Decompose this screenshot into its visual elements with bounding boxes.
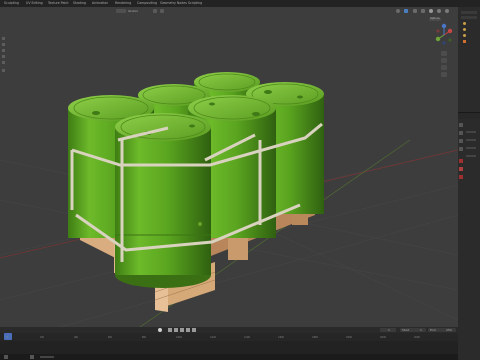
right-side-panels xyxy=(458,7,480,360)
prev-keyframe-icon[interactable] xyxy=(174,328,178,332)
frame-ruler[interactable]: 0 20 40 60 80 100 120 140 160 180 200 22… xyxy=(0,333,458,341)
light-icon xyxy=(463,40,466,43)
frame-tick: 20 xyxy=(40,335,44,339)
frame-tick: 200 xyxy=(346,335,352,339)
frame-tick: 220 xyxy=(380,335,386,339)
tab-scripting[interactable]: Scripting xyxy=(188,1,202,6)
play-icon[interactable] xyxy=(186,328,190,332)
tab-animation[interactable]: Animation xyxy=(92,1,108,6)
status-hint xyxy=(40,356,54,358)
current-frame-value: 1 xyxy=(388,328,390,332)
tab-rendering[interactable]: Rendering xyxy=(115,1,131,6)
barrel-front xyxy=(115,113,211,288)
record-icon[interactable] xyxy=(158,328,162,332)
start-frame-label: Start xyxy=(402,328,410,332)
property-row[interactable] xyxy=(466,131,476,133)
output-properties-icon[interactable] xyxy=(459,131,463,135)
frame-tick: 180 xyxy=(312,335,318,339)
frame-tick: 120 xyxy=(210,335,216,339)
jump-start-icon[interactable] xyxy=(168,328,172,332)
scene-properties-icon[interactable] xyxy=(459,139,463,143)
tab-compositing[interactable]: Compositing xyxy=(137,1,157,6)
next-keyframe-icon[interactable] xyxy=(192,328,196,332)
tab-uv-editing[interactable]: UV Editing xyxy=(26,1,43,6)
3d-viewport[interactable]: Global Options xyxy=(0,7,458,327)
frame-tick: 40 xyxy=(74,335,78,339)
end-frame-label: End xyxy=(430,328,436,332)
property-row[interactable] xyxy=(466,147,476,149)
frame-tick: 240 xyxy=(414,335,420,339)
properties-editor[interactable] xyxy=(458,119,480,360)
object-properties-icon[interactable] xyxy=(459,159,463,163)
render-properties-icon[interactable] xyxy=(459,123,463,127)
start-frame-value: 1 xyxy=(420,328,422,332)
collection-icon xyxy=(463,22,466,25)
world-properties-icon[interactable] xyxy=(459,147,463,151)
modifier-properties-icon[interactable] xyxy=(459,167,463,171)
mouse-icon xyxy=(4,355,8,359)
object-icon xyxy=(463,28,466,31)
frame-tick: 140 xyxy=(244,335,250,339)
workspace-tab-bar: Sculpting UV Editing Texture Paint Shadi… xyxy=(0,0,480,7)
status-bar xyxy=(0,354,458,360)
frame-tick: 160 xyxy=(278,335,284,339)
tab-sculpting[interactable]: Sculpting xyxy=(4,1,19,6)
outliner[interactable] xyxy=(458,7,480,113)
tab-shading[interactable]: Shading xyxy=(73,1,86,6)
frame-tick: 80 xyxy=(142,335,146,339)
end-frame-value: 250 xyxy=(446,328,452,332)
mouse-icon xyxy=(30,355,34,359)
frame-tick: 100 xyxy=(176,335,182,339)
property-row[interactable] xyxy=(466,139,476,141)
material-properties-icon[interactable] xyxy=(459,175,463,179)
object-icon xyxy=(463,34,466,37)
play-reverse-icon[interactable] xyxy=(180,328,184,332)
frame-tick: 60 xyxy=(108,335,112,339)
frame-tick: 0 xyxy=(6,335,8,339)
tab-texture-paint[interactable]: Texture Paint xyxy=(48,1,69,6)
outliner-row[interactable] xyxy=(461,11,477,14)
tab-geometry-nodes[interactable]: Geometry Nodes xyxy=(160,1,187,6)
property-row[interactable] xyxy=(466,155,476,157)
outliner-row[interactable] xyxy=(461,16,477,19)
scene-render xyxy=(0,72,458,327)
